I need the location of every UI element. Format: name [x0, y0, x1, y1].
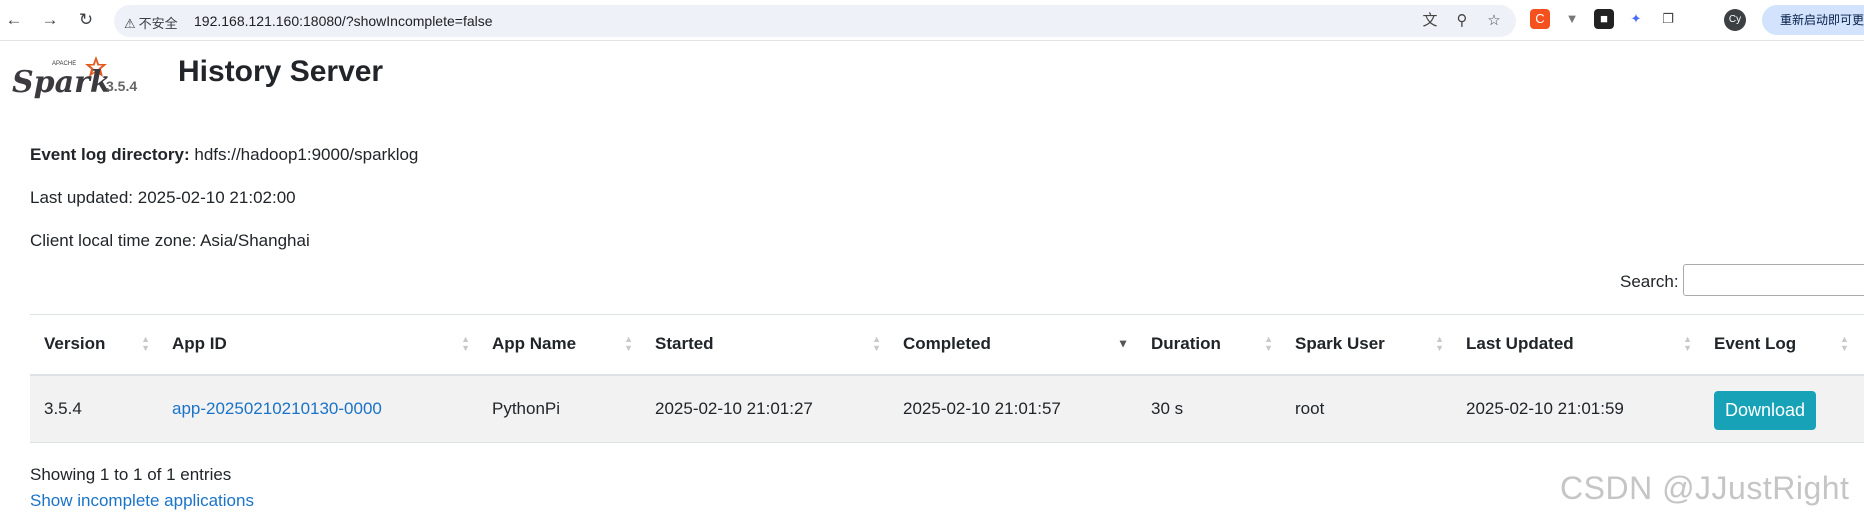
column-header-version[interactable]: Version ▲ ▼: [30, 315, 158, 375]
extension-mask-icon[interactable]: ■: [1594, 9, 1614, 29]
zoom-icon[interactable]: ⚲: [1452, 11, 1472, 31]
column-header-app-name[interactable]: App Name ▲ ▼: [478, 315, 641, 375]
event-log-label: Event log directory:: [30, 145, 190, 164]
sort-icon: ▲ ▼: [624, 334, 633, 354]
bookmark-star-icon[interactable]: ☆: [1484, 11, 1504, 31]
column-header-completed[interactable]: Completed ▼: [889, 315, 1137, 375]
forward-icon[interactable]: →: [36, 8, 64, 32]
app-id-link[interactable]: app-20250210210130-0000: [172, 399, 382, 418]
extensions-puzzle-icon[interactable]: ❐: [1658, 9, 1678, 29]
sort-icon: ▲ ▼: [1264, 334, 1273, 354]
extension-c-icon[interactable]: C: [1530, 9, 1550, 29]
browser-toolbar: ← → ↻ ⚠ 不安全 192.168.121.160:18080/?showIn…: [0, 0, 1864, 41]
sort-icon: ▲ ▼: [141, 334, 150, 354]
extension-bird-icon[interactable]: ✦: [1626, 9, 1646, 29]
cell-version: 3.5.4: [44, 398, 82, 418]
last-updated: Last updated: 2025-02-10 21:02:00: [30, 188, 296, 207]
cell-started: 2025-02-10 21:01:27: [655, 398, 813, 418]
sort-icon: ▲ ▼: [1840, 334, 1849, 354]
table-header-row: Version ▲ ▼ App ID ▲ ▼ App Name ▲ ▼ Started…: [30, 314, 1864, 375]
address-bar[interactable]: ⚠ 不安全 192.168.121.160:18080/?showIncomple…: [114, 5, 1516, 37]
column-header-duration[interactable]: Duration ▲ ▼: [1137, 315, 1281, 375]
event-log-value: hdfs://hadoop1:9000/sparklog: [194, 145, 419, 164]
column-header-event-log[interactable]: Event Log ▲ ▼: [1700, 315, 1864, 375]
client-time-zone: Client local time zone: Asia/Shanghai: [30, 231, 310, 250]
back-icon[interactable]: ←: [0, 8, 28, 32]
event-log-directory: Event log directory: hdfs://hadoop1:9000…: [30, 145, 418, 165]
security-chip[interactable]: ⚠ 不安全: [124, 13, 178, 32]
column-header-app-id[interactable]: App ID ▲ ▼: [158, 315, 478, 375]
profile-avatar[interactable]: Cy: [1724, 9, 1746, 31]
cell-event-log: Download: [1700, 375, 1864, 443]
sort-icon: ▲ ▼: [461, 334, 470, 354]
column-header-last-updated[interactable]: Last Updated ▲ ▼: [1452, 315, 1700, 375]
column-header-spark-user[interactable]: Spark User ▲ ▼: [1281, 315, 1452, 375]
spark-version: 3.5.4: [106, 78, 138, 94]
sort-icon: ▲ ▼: [1683, 334, 1692, 354]
showing-entries-text: Showing 1 to 1 of 1 entries: [30, 465, 232, 484]
translate-icon[interactable]: 文: [1420, 11, 1440, 31]
warning-icon: ⚠: [124, 16, 136, 31]
cell-completed: 2025-02-10 21:01:57: [903, 398, 1061, 418]
search-input[interactable]: [1683, 264, 1864, 296]
cell-last-updated: 2025-02-10 21:01:59: [1466, 398, 1624, 418]
spark-logo-icon: Spark APACHE: [12, 56, 111, 100]
cell-duration: 30 s: [1151, 398, 1184, 418]
applications-table: Version ▲ ▼ App ID ▲ ▼ App Name ▲ ▼ Started…: [30, 314, 1864, 443]
svg-text:APACHE: APACHE: [52, 61, 76, 67]
table-row: 3.5.4 app-20250210210130-0000 PythonPi 2…: [30, 374, 1864, 443]
security-label: 不安全: [138, 16, 178, 31]
download-button[interactable]: Download: [1714, 391, 1817, 431]
watermark: CSDN @JJustRight: [1560, 470, 1850, 506]
column-header-started[interactable]: Started ▲ ▼: [641, 315, 889, 375]
svg-text:Spark: Spark: [12, 65, 111, 100]
cell-spark-user: root: [1295, 398, 1325, 418]
search-label: Search:: [1620, 272, 1679, 291]
reload-icon[interactable]: ↻: [72, 8, 100, 32]
sort-icon: ▲ ▼: [1435, 334, 1444, 354]
extension-v-icon[interactable]: ▼: [1562, 9, 1582, 29]
cell-app-name: PythonPi: [492, 398, 561, 418]
sort-desc-icon: ▼: [1117, 336, 1129, 351]
cell-app-id: app-20250210210130-0000: [158, 375, 478, 443]
sort-icon: ▲ ▼: [872, 334, 881, 354]
page-title: History Server: [178, 55, 384, 88]
restart-to-update-button[interactable]: 重新启动即可更新: [1762, 5, 1864, 35]
url-text[interactable]: 192.168.121.160:18080/?showIncomplete=fa…: [194, 13, 493, 29]
show-incomplete-link[interactable]: Show incomplete applications: [30, 491, 254, 511]
